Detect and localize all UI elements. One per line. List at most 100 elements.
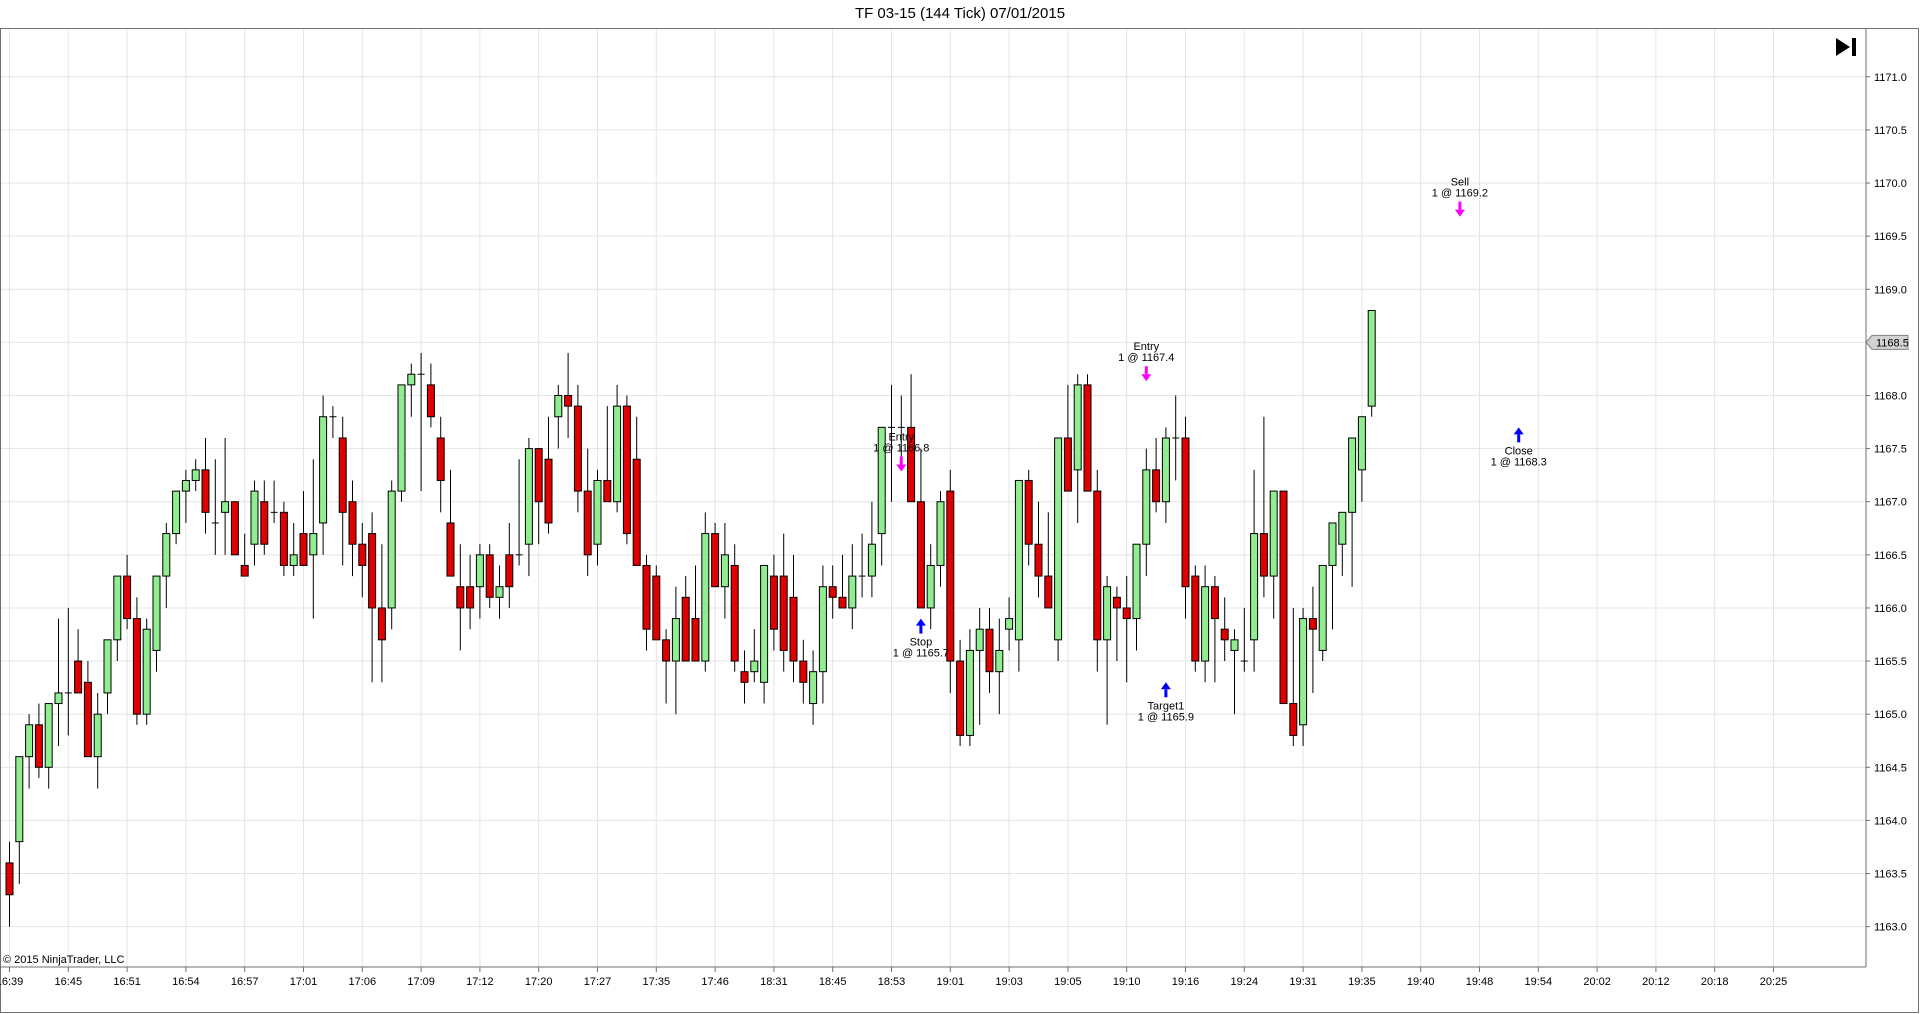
candle-down — [1083, 384, 1092, 492]
candle-down — [946, 490, 955, 662]
candle-up — [995, 649, 1004, 673]
buy-arrow-icon — [919, 625, 923, 634]
y-tick-label: 1170.0 — [1874, 178, 1907, 190]
x-tick-label: 19:48 — [1466, 976, 1494, 988]
candle-up — [671, 618, 680, 662]
price-chart[interactable]: Entry1 @ 1166.8Stop1 @ 1165.7Entry1 @ 11… — [0, 0, 1920, 1014]
x-tick-label: 17:20 — [525, 976, 553, 988]
x-tick-label: 20:25 — [1760, 976, 1788, 988]
candle-down — [1122, 607, 1131, 620]
candle-down — [985, 628, 994, 673]
candle-down — [662, 639, 671, 662]
y-axis: 1163.0 1163.5 1164.0 1164.5 1165.0 1165.5 1166… — [1865, 29, 1909, 967]
last-price-label: 1168.5 — [1876, 337, 1909, 349]
candle-down — [34, 724, 43, 768]
candle-down — [769, 575, 778, 630]
sell-arrowhead-icon — [896, 464, 907, 472]
candle-up — [750, 660, 759, 673]
y-tick-label: 1169.5 — [1874, 231, 1907, 243]
annotation-detail: 1 @ 1166.8 — [873, 443, 929, 455]
scroll-to-end-icon[interactable] — [1834, 36, 1860, 58]
candle-up — [1142, 469, 1151, 545]
annotation-detail: 1 @ 1169.2 — [1432, 188, 1488, 200]
candle-down — [1063, 437, 1072, 492]
x-tick-label: 17:09 — [407, 976, 435, 988]
candle-down — [426, 384, 435, 418]
candle-up — [867, 543, 876, 577]
candle-up — [554, 394, 563, 418]
candle-up — [524, 448, 533, 545]
y-tick-label: 1165.0 — [1874, 709, 1907, 721]
candle-down — [1289, 703, 1298, 736]
candle-down — [632, 458, 641, 566]
candle-down — [230, 501, 239, 556]
candle-down — [1093, 490, 1102, 641]
candle-down — [446, 522, 455, 577]
candle-down — [1308, 618, 1317, 630]
candle-up — [407, 373, 416, 386]
candle-down — [564, 394, 573, 407]
candle-down — [1259, 533, 1268, 577]
candle-down — [368, 533, 377, 609]
candle-up — [1161, 437, 1170, 503]
candle-up — [387, 490, 396, 609]
candle-up — [103, 639, 112, 694]
candlestick-series — [5, 310, 1376, 927]
annotation-detail: 1 @ 1165.9 — [1138, 711, 1194, 723]
y-tick-label: 1166.0 — [1874, 603, 1907, 615]
x-tick-label: 17:35 — [643, 976, 671, 988]
candle-up — [1230, 639, 1239, 651]
candle-up — [221, 501, 230, 513]
candle-up — [1357, 416, 1366, 471]
copyright-label: © 2015 NinjaTrader, LLC — [3, 954, 125, 966]
x-tick-label: 16:51 — [113, 976, 141, 988]
candle-down — [338, 437, 347, 513]
candle-up — [54, 692, 63, 705]
candle-up — [1201, 586, 1210, 662]
candle-down — [779, 575, 788, 651]
annotation-detail: 1 @ 1168.3 — [1491, 456, 1547, 468]
candle-up — [289, 554, 298, 566]
candle-up — [152, 575, 161, 651]
x-tick-label: 19:01 — [937, 976, 965, 988]
candle-down — [1044, 575, 1053, 609]
x-tick-label: 18:45 — [819, 976, 847, 988]
candle-down — [799, 660, 808, 683]
buy-arrowhead-icon — [1160, 682, 1171, 690]
candle-down — [956, 660, 965, 736]
candle-up — [25, 724, 34, 758]
candle-up — [1348, 437, 1357, 513]
candle-down — [838, 596, 847, 609]
candle-up — [936, 501, 945, 566]
sell-arrowhead-icon — [1454, 209, 1465, 217]
candle-up — [93, 713, 102, 758]
candle-up — [309, 533, 318, 556]
candle-up — [475, 554, 484, 588]
x-tick-label: 17:01 — [290, 976, 318, 988]
sell-arrow-icon — [1144, 366, 1148, 375]
candle-down — [485, 554, 494, 598]
candle-up — [495, 586, 504, 598]
candle-down — [642, 564, 651, 630]
candle-down — [279, 511, 288, 566]
x-tick-label: 17:46 — [701, 976, 729, 988]
x-axis: 16:39 16:45 16:51 16:54 16:57 17:01 17:06 17:09… — [0, 966, 1866, 988]
candle-up — [1269, 490, 1278, 577]
y-tick-label: 1169.0 — [1874, 284, 1907, 296]
candle-down — [603, 479, 612, 503]
candle-up — [1073, 384, 1082, 471]
candle-up — [181, 479, 190, 492]
candle-up — [975, 628, 984, 651]
x-tick-label: 16:39 — [0, 976, 23, 988]
y-tick-label: 1163.5 — [1874, 869, 1907, 881]
x-tick-label: 16:57 — [231, 976, 259, 988]
candle-down — [916, 501, 925, 609]
candle-down — [711, 533, 720, 588]
candle-up — [1103, 586, 1112, 641]
candle-up — [613, 405, 622, 503]
x-tick-label: 19:40 — [1407, 976, 1435, 988]
sell-arrow-icon — [1458, 201, 1462, 210]
candle-down — [681, 596, 690, 662]
y-tick-label: 1165.5 — [1874, 656, 1907, 668]
x-tick-label: 19:05 — [1054, 976, 1082, 988]
